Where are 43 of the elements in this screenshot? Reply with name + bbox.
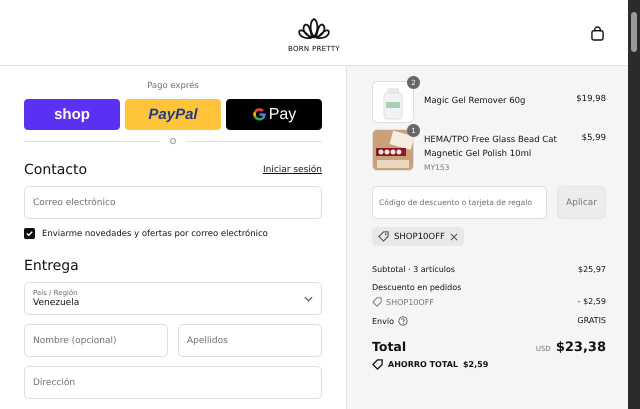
product-name: HEMA/TPO Free Glass Bead Cat Magnetic Gel Polish 10ml (424, 134, 558, 161)
total-savings-label: AHORRO TOTAL (388, 360, 458, 369)
flower-logo-icon (296, 16, 332, 40)
total-label: Total (372, 339, 406, 354)
tag-icon (378, 231, 389, 242)
total-value: $23,38 (556, 340, 606, 355)
address-input[interactable]: Dirección (24, 366, 322, 399)
remove-icon[interactable] (450, 232, 458, 240)
product-name: Magic Gel Remover 60g (424, 95, 526, 108)
subtotal-value: $25,97 (578, 265, 606, 274)
newsletter-label: Enviarme novedades y ofertas por correo electrónico (42, 228, 268, 238)
product-price: $5,99 (582, 132, 606, 143)
tag-icon (372, 297, 382, 307)
tag-icon (372, 359, 383, 370)
shop-pay-button[interactable]: shop (24, 99, 120, 130)
apply-button[interactable]: Aplicar (556, 186, 606, 219)
paypal-button[interactable]: PayPal (125, 99, 221, 130)
applied-discount-code: SHOP10OFF (394, 232, 445, 242)
product-image (372, 81, 414, 123)
first-name-input[interactable]: Nombre (opcional) (24, 324, 168, 357)
scrollbar[interactable] (628, 0, 640, 409)
delivery-heading: Entrega (24, 258, 80, 274)
login-link[interactable]: Iniciar sesión (262, 165, 322, 175)
subtotal-label: Subtotal · 3 artículos (372, 265, 456, 274)
express-checkout-title: Pago exprés (146, 81, 200, 91)
or-divider-text: O (170, 137, 176, 146)
google-g-icon (252, 107, 267, 122)
discount-code: SHOP10OFF (386, 298, 434, 306)
last-name-input[interactable]: Apellidos (178, 324, 322, 357)
discount-value: - $2,59 (578, 297, 606, 307)
google-pay-button[interactable]: Pay (226, 99, 322, 130)
order-discount-label: Descuento en pedidos (372, 283, 462, 292)
shipping-label: Envío (372, 316, 394, 326)
shipping-value: GRATIS (577, 316, 606, 326)
total-savings-value: $2,59 (462, 360, 488, 369)
shopping-bag-icon[interactable] (591, 26, 604, 41)
product-price: $19,98 (576, 93, 606, 104)
contact-heading: Contacto (24, 162, 88, 178)
email-input[interactable]: Correo electrónico (24, 186, 322, 219)
newsletter-checkbox[interactable] (24, 228, 35, 239)
product-image (372, 129, 414, 171)
chevron-down-icon (304, 296, 313, 302)
help-icon[interactable] (398, 316, 408, 326)
